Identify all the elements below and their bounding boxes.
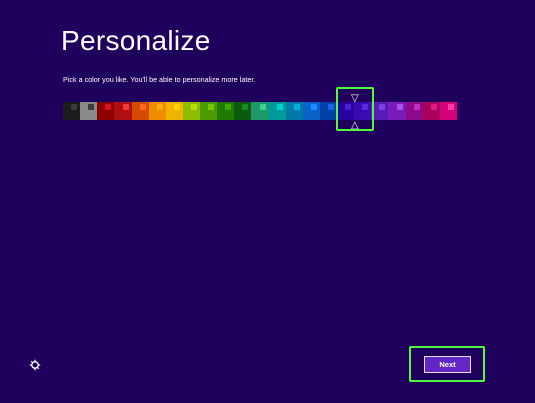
color-swatch[interactable]: [439, 102, 457, 120]
color-swatch[interactable]: [337, 102, 355, 120]
ease-of-access-icon[interactable]: [29, 358, 41, 371]
swatch-accent: [225, 104, 232, 110]
color-swatch[interactable]: [165, 102, 183, 120]
page-title: Personalize: [61, 25, 211, 56]
selection-caret-bottom-icon: △: [351, 120, 359, 131]
color-swatch[interactable]: [80, 102, 98, 120]
swatch-accent: [71, 104, 78, 110]
color-swatch[interactable]: [405, 102, 423, 120]
swatch-accent: [310, 104, 317, 110]
color-swatch[interactable]: [268, 102, 286, 120]
swatch-accent: [173, 104, 180, 110]
swatch-accent: [447, 104, 454, 110]
color-swatch[interactable]: [234, 102, 252, 120]
swatch-accent: [293, 104, 300, 110]
page-subtitle: Pick a color you like. You'll be able to…: [63, 75, 256, 84]
swatch-accent: [191, 104, 197, 110]
color-swatch[interactable]: [63, 102, 81, 120]
color-swatch[interactable]: [285, 102, 303, 120]
color-swatch[interactable]: [182, 102, 200, 120]
color-swatch[interactable]: [148, 102, 166, 120]
swatch-accent: [345, 104, 352, 110]
color-swatch[interactable]: [319, 102, 337, 120]
next-button[interactable]: Next: [424, 356, 471, 373]
color-swatch[interactable]: [251, 102, 269, 120]
swatch-accent: [379, 104, 386, 110]
color-swatch[interactable]: [217, 102, 235, 120]
color-swatch[interactable]: [422, 102, 440, 120]
swatch-accent: [396, 104, 403, 110]
color-picker-strip: [63, 102, 457, 120]
swatch-accent: [156, 104, 163, 110]
swatch-accent: [242, 104, 249, 110]
swatch-accent: [276, 104, 283, 110]
swatch-accent: [413, 104, 420, 110]
ease-of-access-glyph: [29, 359, 41, 371]
swatch-accent: [122, 104, 129, 110]
swatch-accent: [259, 104, 266, 110]
color-swatch[interactable]: [302, 102, 320, 120]
swatch-accent: [362, 104, 369, 110]
swatch-accent: [105, 104, 112, 110]
color-swatch[interactable]: [131, 102, 149, 120]
color-swatch[interactable]: [354, 102, 372, 120]
swatch-accent: [139, 104, 146, 110]
color-swatch[interactable]: [114, 102, 132, 120]
color-swatch[interactable]: [200, 102, 218, 120]
color-swatch[interactable]: [388, 102, 406, 120]
swatch-accent: [328, 104, 334, 110]
color-swatch[interactable]: [97, 102, 115, 120]
swatch-accent: [430, 104, 437, 110]
swatch-accent: [208, 104, 215, 110]
swatch-accent: [88, 104, 95, 110]
color-swatch[interactable]: [371, 102, 389, 120]
